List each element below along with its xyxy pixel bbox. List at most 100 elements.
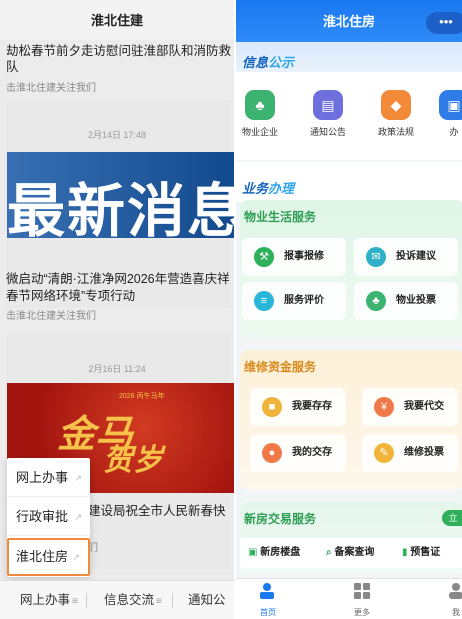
tag-icon: ◆	[381, 90, 411, 120]
title-accent: 公示	[268, 55, 295, 70]
link-icon: ↗	[72, 552, 80, 562]
certificate-icon: ▮	[402, 547, 408, 558]
message-subtitle-2: 击淮北住建关注我们	[6, 311, 96, 322]
comment-icon: ≡	[254, 291, 274, 311]
my-deposit-button[interactable]: ● 我的交存	[250, 434, 346, 472]
property-vote-button[interactable]: ♣ 物业投票	[354, 282, 458, 320]
title-part: 业务	[242, 181, 269, 196]
filing-query-button[interactable]: ⌕ 备案查询	[326, 538, 374, 568]
deposit-icon: ■	[262, 397, 282, 417]
info-button-policy[interactable]: ◆ 政策法规	[366, 90, 426, 138]
message-title-1-cont[interactable]: 队	[6, 58, 19, 76]
new-house-listing-button[interactable]: ▣ 新房楼盘	[248, 538, 300, 568]
popup-item-huaibei-housing[interactable]: 淮北住房 ↗	[7, 538, 90, 576]
button-label: 新房楼盘	[260, 547, 301, 558]
message-subtitle-1: 击淮北住建关注我们	[6, 83, 96, 94]
menu-label: 通知公	[188, 593, 226, 607]
vote-icon: ✎	[374, 443, 394, 463]
button-label: 投诉建议	[396, 251, 436, 262]
tab-me[interactable]: 我	[436, 582, 462, 618]
menu-notice[interactable]: 通知公	[188, 581, 226, 619]
bottom-tab-bar: 首页 更多 我	[236, 578, 462, 619]
menu-online-service[interactable]: 网上办事 ≡	[20, 581, 78, 619]
title-part: 信息	[242, 55, 269, 70]
presale-cert-button[interactable]: ▮ 预售证	[402, 538, 440, 568]
tab-home[interactable]: 首页	[248, 582, 288, 618]
more-menu-capsule[interactable]: •••	[426, 12, 462, 34]
mini-program-header: 淮北住房 •••	[236, 0, 462, 42]
info-button-label: 政策法规	[377, 127, 414, 137]
banner-headline: 最新消息	[7, 177, 234, 238]
button-label: 我要存存	[292, 401, 332, 412]
new-house-badge[interactable]: 立	[442, 510, 462, 526]
popup-item-label: 淮北住房	[16, 549, 69, 564]
search-icon: ⌕	[326, 547, 332, 558]
banner-calligraphy-2: 贺岁	[103, 443, 163, 478]
property-service-title: 物业生活服务	[244, 210, 317, 224]
hand-coin-icon: ●	[262, 443, 282, 463]
menu-info-exchange[interactable]: 信息交流 ≡	[104, 581, 162, 619]
info-button-label: 办	[449, 127, 459, 137]
complaint-button[interactable]: ✉ 投诉建议	[354, 238, 458, 276]
message-title-1[interactable]: 劫松春节前夕走访慰问驻淮部队和消防救	[6, 42, 231, 60]
tab-more[interactable]: 更多	[342, 582, 382, 618]
proxy-pay-button[interactable]: ¥ 我要代交	[362, 388, 458, 426]
button-label: 物业投票	[396, 295, 436, 306]
home-icon	[260, 583, 274, 599]
message-title-3[interactable]: 建设局祝全市人民新春快	[88, 502, 226, 520]
button-label: 备案查询	[334, 547, 375, 558]
service-rating-button[interactable]: ≡ 服务评价	[242, 282, 346, 320]
button-label: 维修投票	[404, 447, 444, 458]
link-icon: ↗	[74, 473, 82, 483]
new-house-panel: 新房交易服务 立 ▣ 新房楼盘 ⌕ 备案查询 ▮ 预售证	[240, 502, 462, 574]
button-label: 预售证	[410, 547, 441, 558]
mini-program-pane: 淮北住房 ••• 信息公示 ♣ 物业企业 ▤ 通知公告 ◆ 政策法规 ▣ 办 业…	[236, 0, 462, 619]
menu-list-icon: ≡	[72, 596, 78, 607]
info-button-label: 物业企业	[241, 127, 278, 137]
building-icon: ▣	[248, 547, 258, 558]
link-icon: ↗	[74, 512, 82, 522]
banner-caption: 2026 丙午马年	[119, 393, 165, 400]
message-date-3: 2月16日 11:24	[88, 364, 146, 374]
new-house-title: 新房交易服务	[244, 512, 317, 526]
maintenance-fund-title: 维修资金服务	[244, 360, 317, 374]
chat-icon: ✉	[366, 247, 386, 267]
tab-label: 更多	[354, 608, 370, 617]
account-title: 淮北住建	[0, 0, 234, 40]
title-accent: 办理	[268, 181, 295, 196]
message-title-2-cont[interactable]: 春节网络环境”专项行动	[6, 287, 135, 305]
info-button-more[interactable]: ▣ 办	[424, 90, 462, 138]
wrench-icon: ⚒	[254, 247, 274, 267]
report-repair-button[interactable]: ⚒ 报事报修	[242, 238, 346, 276]
grid-icon	[354, 583, 370, 599]
button-label: 我要代交	[404, 401, 444, 412]
deposit-button[interactable]: ■ 我要存存	[250, 388, 346, 426]
article-banner-image[interactable]: 最新消息	[7, 152, 234, 238]
bulletin-icon: ▤	[313, 90, 343, 120]
repair-vote-button[interactable]: ✎ 维修投票	[362, 434, 458, 472]
popup-item-online-service[interactable]: 网上办事 ↗	[7, 459, 90, 497]
property-service-panel: 物业生活服务 ⚒ 报事报修 ✉ 投诉建议 ≡ 服务评价 ♣ 物业投票	[240, 200, 462, 338]
message-title-2[interactable]: 微启动“清朗·江淮净网2026年营造喜庆祥	[6, 270, 230, 288]
button-label: 我的交存	[292, 447, 332, 458]
info-button-property-company[interactable]: ♣ 物业企业	[236, 90, 290, 138]
yen-icon: ¥	[374, 397, 394, 417]
divider	[172, 593, 173, 608]
info-section: ♣ 物业企业 ▤ 通知公告 ◆ 政策法规 ▣ 办	[236, 72, 462, 160]
menu-label: 信息交流	[104, 593, 155, 607]
divider	[86, 593, 87, 608]
tab-label: 我	[452, 608, 460, 617]
account-menu-bar: 网上办事 ≡ 信息交流 ≡ 通知公	[0, 580, 234, 619]
info-section-title: 信息公示	[242, 52, 294, 71]
info-button-label: 通知公告	[309, 127, 346, 137]
menu-popup: 网上办事 ↗ 行政审批 ↗ 淮北住房 ↗	[7, 458, 90, 577]
business-section-title: 业务办理	[242, 178, 294, 197]
maintenance-fund-panel: 维修资金服务 ■ 我要存存 ¥ 我要代交 ● 我的交存 ✎ 维修投票	[240, 350, 462, 490]
info-button-notice[interactable]: ▤ 通知公告	[298, 90, 358, 138]
tree-icon: ♣	[245, 90, 275, 120]
popup-item-label: 网上办事	[16, 470, 69, 485]
popup-item-admin-approval[interactable]: 行政审批 ↗	[7, 498, 90, 536]
button-label: 报事报修	[284, 251, 324, 262]
tab-label: 首页	[260, 608, 276, 617]
popup-item-label: 行政审批	[16, 509, 69, 524]
